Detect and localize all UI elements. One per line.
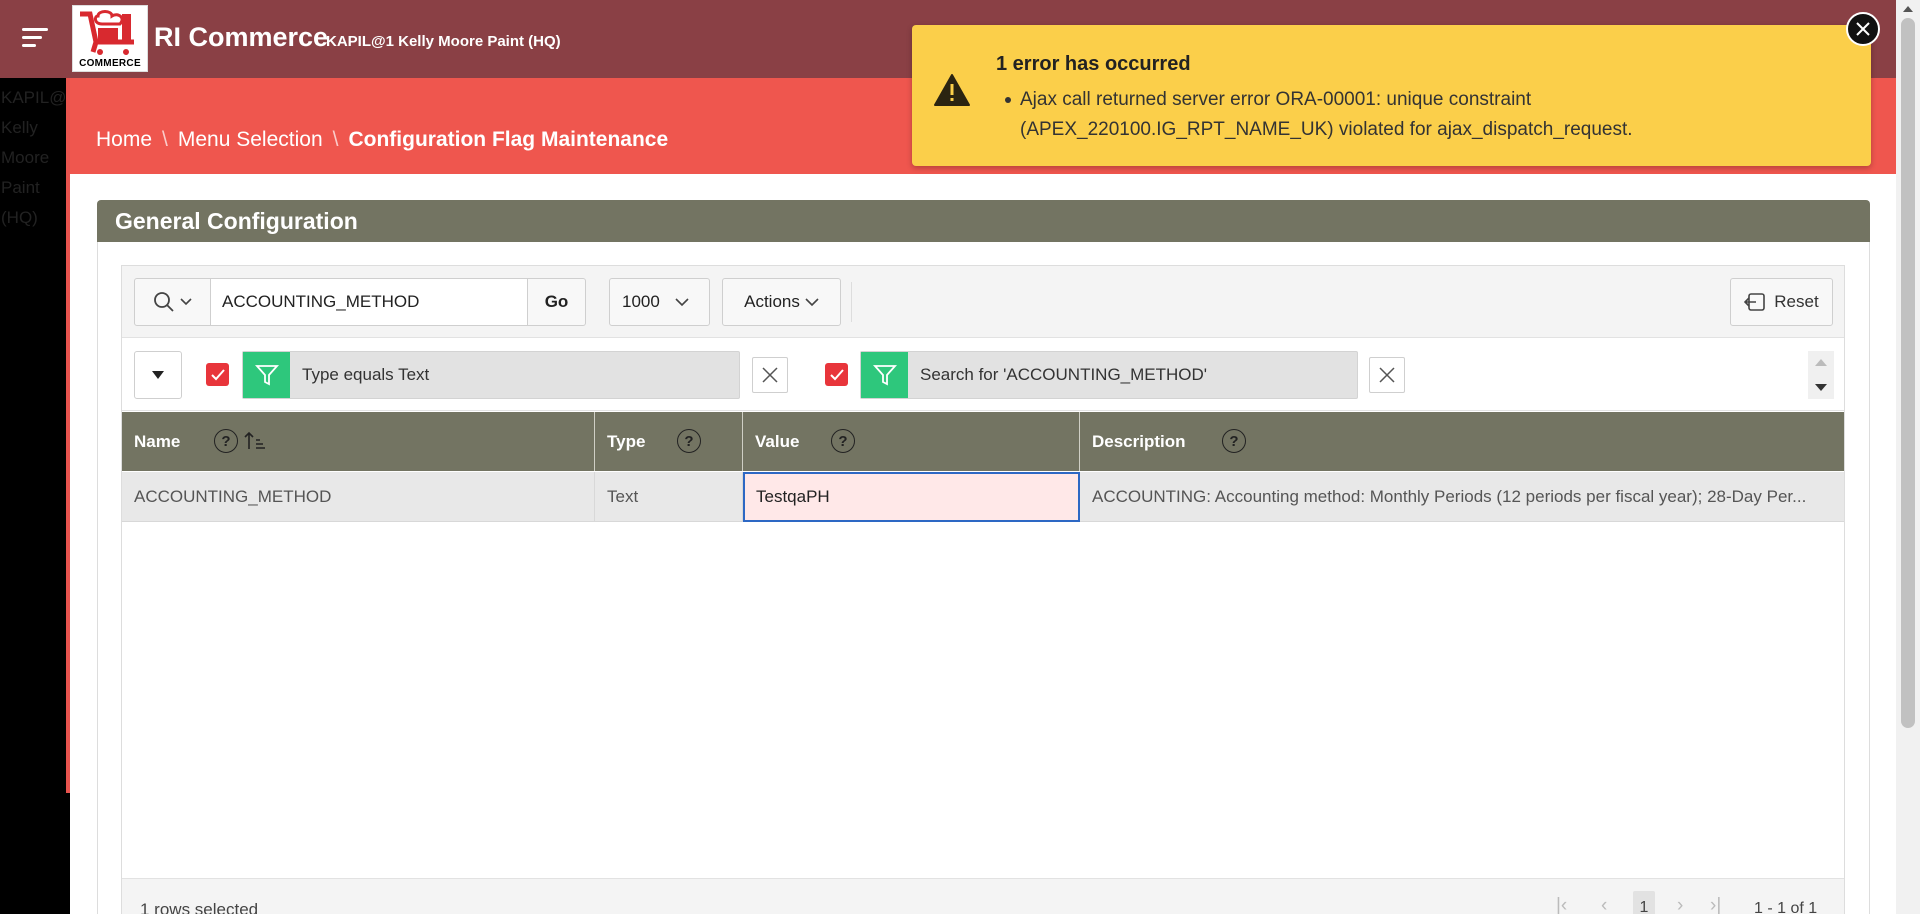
prev-page-icon[interactable]: ‹: [1601, 895, 1607, 914]
filter-chip-type[interactable]: Type equals Text: [242, 351, 740, 399]
collapse-filters-button[interactable]: [134, 351, 182, 399]
pagination-range: 1 - 1 of 1: [1754, 900, 1818, 914]
cell-type[interactable]: Text: [595, 472, 743, 522]
caret-down-icon: [152, 371, 164, 379]
filter-icon: [861, 352, 908, 398]
grid-footer: [122, 878, 1844, 914]
rows-per-page-value: 1000: [622, 292, 660, 311]
app-title[interactable]: RI Commerce: [154, 22, 328, 53]
rows-per-page-select[interactable]: 1000: [609, 278, 710, 326]
app-subtitle: KAPIL@1 Kelly Moore Paint (HQ): [326, 33, 561, 50]
scrollbar-thumb[interactable]: [1901, 18, 1915, 728]
left-nav-text: KAPIL@ Kelly Moore Paint (HQ): [1, 88, 65, 227]
toolbar-divider: [851, 282, 852, 322]
table-row[interactable]: ACCOUNTING_METHOD Text TestqaPH ACCOUNTI…: [122, 472, 1844, 522]
search-column-select[interactable]: [134, 278, 211, 326]
column-header-value[interactable]: Value ?: [743, 412, 1080, 471]
close-icon: [762, 367, 778, 383]
sort-ascending-icon: [244, 431, 265, 449]
checkmark-icon: [829, 368, 844, 380]
filter-icon: [243, 352, 290, 398]
reset-button[interactable]: Reset: [1730, 278, 1833, 326]
column-header-description[interactable]: Description ?: [1080, 412, 1844, 471]
error-message: Ajax call returned server error ORA-0000…: [1020, 89, 1633, 140]
help-icon[interactable]: ?: [1222, 429, 1246, 453]
search-icon: [154, 292, 174, 312]
error-title: 1 error has occurred: [996, 53, 1191, 75]
bullet: [1005, 97, 1011, 103]
cell-description[interactable]: ACCOUNTING: Accounting method: Monthly P…: [1080, 472, 1844, 522]
last-page-icon[interactable]: ›|: [1710, 895, 1721, 914]
page-scrollbar[interactable]: [1896, 0, 1920, 914]
cell-value-editor[interactable]: TestqaPH: [743, 472, 1080, 522]
first-page-icon[interactable]: |‹: [1556, 895, 1567, 914]
breadcrumb-separator: \: [162, 128, 168, 151]
breadcrumb-separator: \: [332, 128, 339, 151]
breadcrumb-home[interactable]: Home: [96, 128, 152, 152]
scroll-up-arrow-icon[interactable]: [1903, 6, 1913, 12]
close-notification-button[interactable]: [1846, 12, 1880, 46]
search-input[interactable]: [211, 278, 528, 326]
column-header-name[interactable]: Name ?: [122, 412, 595, 471]
filter-chip-label: Search for 'ACCOUNTING_METHOD': [920, 365, 1208, 384]
filter-chip-label: Type equals Text: [302, 365, 430, 384]
reset-label: Reset: [1774, 292, 1819, 311]
error-notification: 1 error has occurred Ajax call returned …: [912, 25, 1871, 166]
table-header: Name ? Type ? Value ? Description ?: [122, 412, 1844, 471]
actions-label: Actions: [744, 292, 800, 311]
breadcrumb-current: Configuration Flag Maintenance: [348, 128, 669, 151]
help-icon[interactable]: ?: [831, 429, 855, 453]
filter-scroll-control[interactable]: [1808, 351, 1834, 399]
filter-chip-search[interactable]: Search for 'ACCOUNTING_METHOD': [860, 351, 1358, 399]
warning-icon: [934, 74, 970, 106]
help-icon[interactable]: ?: [214, 429, 238, 453]
column-header-type[interactable]: Type ?: [595, 412, 743, 471]
next-page-icon[interactable]: ›: [1677, 895, 1683, 914]
remove-filter-type-button[interactable]: [752, 357, 788, 393]
app-logo[interactable]: COMMERCE: [72, 5, 148, 72]
menu-toggle-icon[interactable]: [22, 28, 48, 50]
chevron-down-icon: [675, 297, 689, 306]
close-icon: [1379, 367, 1395, 383]
scroll-up-icon[interactable]: [1815, 359, 1827, 366]
reset-icon: [1744, 293, 1766, 311]
actions-menu-button[interactable]: Actions: [722, 278, 841, 326]
chevron-down-icon: [805, 297, 819, 306]
filter-1-checkbox[interactable]: [206, 363, 229, 386]
breadcrumb: Home \ Menu Selection \ Configuration Fl…: [96, 128, 668, 152]
scroll-down-icon[interactable]: [1815, 384, 1827, 391]
logo-text: COMMERCE: [79, 58, 141, 69]
breadcrumb-menu-selection[interactable]: Menu Selection: [178, 128, 323, 152]
chevron-down-icon: [180, 298, 192, 306]
filter-2-checkbox[interactable]: [825, 363, 848, 386]
left-nav-strip: KAPIL@ Kelly Moore Paint (HQ): [0, 78, 70, 793]
search-group: Go: [134, 278, 586, 326]
current-page[interactable]: 1: [1633, 891, 1655, 914]
checkmark-icon: [210, 368, 225, 380]
cell-name[interactable]: ACCOUNTING_METHOD: [122, 472, 595, 522]
region-title: General Configuration: [97, 200, 1870, 242]
help-icon[interactable]: ?: [677, 429, 701, 453]
remove-filter-search-button[interactable]: [1369, 357, 1405, 393]
close-icon: [1856, 22, 1870, 36]
selected-count: 1 rows selected: [140, 900, 259, 914]
go-button[interactable]: Go: [528, 278, 586, 326]
